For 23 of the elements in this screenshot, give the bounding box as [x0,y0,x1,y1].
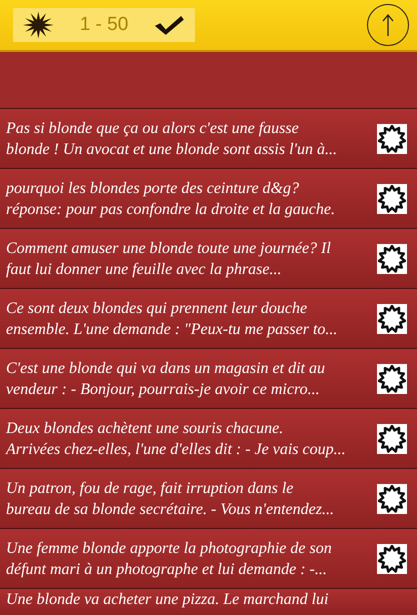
joke-list-item[interactable]: C'est une blonde qui va dans un magasin et dit au vendeur : - Bonjour, pourrais-je avoir ce micro... [0,348,417,408]
starburst-icon[interactable] [23,10,54,40]
joke-list-item[interactable]: Une femme blonde apporte la photographie de son défunt mari à un photographe et lui demande : -... [0,528,417,588]
joke-preview: C'est une blonde qui va dans un magasin et dit au vendeur : - Bonjour, pourrais-je avoir ce micro... [6,358,325,400]
joke-list-item[interactable]: Deux blondes achètent une souris chacune. Arrivées chez-elles, l'une d'elles dit : - Je vais coup... [0,408,417,468]
joke-preview: Une femme blonde apporte la photographie de son défunt mari à un photographe et lui demande : -... [6,538,332,580]
checkmark-icon[interactable] [154,13,185,37]
joke-preview: Un patron, fou de rage, fait irruption dans le bureau de sa blonde secrétaire. - Vous n'entendez... [6,478,334,520]
joke-list-item[interactable]: Une blonde va acheter une pizza. Le marchand lui [0,588,417,615]
joke-list-item[interactable]: pourquoi les blondes porte des ceinture d&g? réponse: pour pas confondre la droite et la gauche. [0,168,417,228]
up-arrow-icon [382,13,394,37]
joke-preview: Pas si blonde que ça ou alors c'est une fausse blonde ! Un avocat et une blonde sont assis l'un à... [6,118,337,160]
joke-preview: Comment amuser une blonde toute une journée? Il faut lui donner une feuille avec la phrase... [6,238,331,280]
range-label: 1 - 50 [80,14,128,36]
joke-list-item[interactable]: Comment amuser une blonde toute une journée? Il faut lui donner une feuille avec la phrase... [0,228,417,288]
joke-preview: Une blonde va acheter une pizza. Le marchand lui [6,590,328,610]
joke-preview: Deux blondes achètent une souris chacune. Arrivées chez-elles, l'une d'elles dit : - Je vais coup... [6,418,346,460]
joke-preview: pourquoi les blondes porte des ceinture d&g? réponse: pour pas confondre la droite et la gauche. [6,178,335,220]
joke-list-item[interactable]: Pas si blonde que ça ou alors c'est une fausse blonde ! Un avocat et une blonde sont assis l'un à... [0,108,417,168]
scroll-up-button[interactable] [367,4,409,46]
joke-preview: Ce sont deux blondes qui prennent leur douche ensemble. L'une demande : "Peux-tu me passer to... [6,298,338,340]
joke-list-item[interactable]: Un patron, fou de rage, fait irruption dans le bureau de sa blonde secrétaire. - Vous n'entendez... [0,468,417,528]
joke-list-item[interactable]: Ce sont deux blondes qui prennent leur douche ensemble. L'une demande : "Peux-tu me passer to... [0,288,417,348]
